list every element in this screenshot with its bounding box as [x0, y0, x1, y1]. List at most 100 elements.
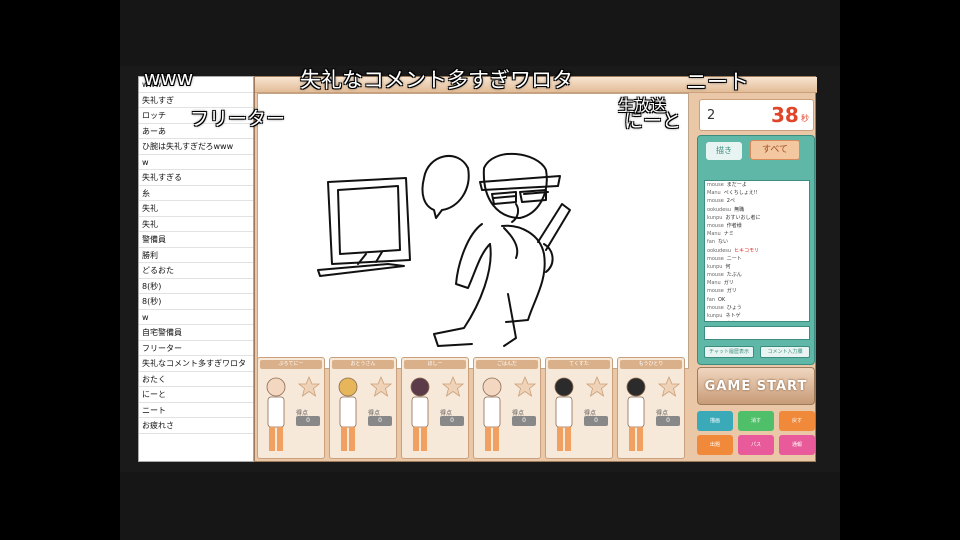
chat-panel: 描き すべて mouse まだーよ Manu ぺくちしょえ!! mouse 2ぺ ookud…: [697, 135, 815, 365]
chat-message: kunpu ネトゲ: [705, 312, 809, 320]
comment-input-button[interactable]: コメント入力欄: [760, 346, 810, 358]
chat-history-button[interactable]: チャット履歴表示: [704, 346, 754, 358]
chat-log[interactable]: mouse まだーよ Manu ぺくちしょえ!! mouse 2ぺ ookudesu 無職 ku…: [704, 180, 810, 322]
chat-user: kunpu: [707, 214, 723, 221]
chat-user: mouse: [707, 272, 724, 279]
chat-text: OK: [718, 296, 726, 303]
chat-text: ヒキコモリ: [734, 247, 760, 254]
comment-list-item[interactable]: ニート: [139, 403, 253, 418]
chat-user: kunpu: [707, 313, 723, 319]
chat-message: Manu ナミ: [705, 230, 809, 238]
player-name: ぷろてにー: [260, 360, 322, 369]
danmaku-comment: 失礼なコメント多すぎワロタ: [300, 68, 573, 92]
chat-text: ない: [718, 239, 729, 246]
action-button-erase[interactable]: 消す: [738, 411, 774, 431]
letterbox-right: [840, 0, 960, 540]
danmaku-comment: にーと: [624, 110, 682, 132]
chat-user: Manu: [707, 280, 721, 287]
player-avatar-icon: [482, 377, 502, 451]
comment-list-item[interactable]: 糸: [139, 186, 253, 201]
player-score: 0: [512, 416, 536, 426]
chat-message: mouseおたく: [705, 320, 809, 322]
chat-text: 何: [725, 263, 731, 270]
rank-star-icon: [514, 376, 536, 397]
chat-message: kunpu おすいおし者に: [705, 214, 809, 222]
rank-star-icon: [586, 376, 608, 397]
comment-list-item[interactable]: w: [139, 155, 253, 170]
player-card[interactable]: おとうさん 得点 0: [329, 357, 397, 459]
comment-list[interactable]: www 失礼すぎ ロッチ あーあ ひ腕は失礼すぎだろwww w 失礼すぎる糸失礼 失礼 警備員勝…: [138, 76, 254, 462]
comment-list-item[interactable]: 勝利: [139, 248, 253, 263]
chat-text: ニート: [726, 255, 742, 262]
chat-tab-all[interactable]: すべて: [750, 140, 800, 160]
comment-list-item[interactable]: おたく: [139, 372, 253, 387]
action-button-report[interactable]: 通報: [779, 435, 815, 455]
comment-list-item[interactable]: フリーター: [139, 341, 253, 356]
chat-user: mouse: [707, 304, 724, 311]
video-top-bar: [120, 0, 840, 66]
drawing-canvas[interactable]: [257, 93, 689, 369]
danmaku-comment: www: [144, 66, 194, 90]
chat-message: ookudesu ヒキコモリ: [705, 247, 809, 255]
action-button-question[interactable]: 出題: [697, 435, 733, 455]
comment-list-item[interactable]: 8(秒): [139, 294, 253, 310]
rank-star-icon: [370, 376, 392, 397]
chat-message: mouse 作者様: [705, 222, 809, 230]
comment-list-item[interactable]: お疲れさ: [139, 418, 253, 434]
player-avatar-icon: [338, 377, 358, 451]
chat-user: mouse: [707, 198, 724, 205]
danmaku-comment: ニート: [686, 70, 749, 94]
comment-list-item[interactable]: 失礼: [139, 201, 253, 217]
player-name: ほしー: [404, 360, 466, 369]
chat-message: mouse ガリ: [705, 287, 809, 295]
chat-text: ガリ: [726, 288, 737, 295]
chat-text: ぺくちしょえ!!: [723, 190, 758, 197]
chat-message: fan ない: [705, 238, 809, 246]
rank-star-icon: [658, 376, 680, 397]
player-card[interactable]: ごはんだ 得点 0: [473, 357, 541, 459]
chat-message: mouse たぶん: [705, 271, 809, 279]
chat-text: おたく: [727, 321, 742, 322]
player-card[interactable]: もうひとり 得点 0: [617, 357, 685, 459]
comment-list-item[interactable]: w: [139, 310, 253, 325]
chat-text: ナミ: [723, 231, 734, 238]
comment-list-item[interactable]: 失礼: [139, 217, 253, 232]
game-start-button[interactable]: GAME START: [697, 367, 815, 405]
chat-message: kunpu 何: [705, 263, 809, 271]
player-card[interactable]: てくすた 得点 0: [545, 357, 613, 459]
player-avatar-icon: [626, 377, 646, 451]
chat-user: kunpu: [707, 263, 723, 270]
chat-tab-drawing[interactable]: 描き: [706, 142, 742, 160]
player-card[interactable]: ほしー 得点 0: [401, 357, 469, 459]
comment-list-item[interactable]: 8(秒): [139, 279, 253, 294]
action-button-draw[interactable]: 描画: [697, 411, 733, 431]
chat-message: Manu ガリ: [705, 279, 809, 287]
sketch-drawing: [317, 153, 571, 347]
drawing-game: 2 38 秒 描き すべて mouse まだーよ Manu ぺくちしょえ!! mouse…: [254, 76, 817, 462]
comment-list-item[interactable]: 警備員: [139, 232, 253, 248]
chat-text: ひょう: [726, 304, 742, 311]
chat-user: mouse: [707, 321, 724, 322]
player-card[interactable]: ぷろてにー 得点 0: [257, 357, 325, 459]
comment-list-item[interactable]: にーと: [139, 387, 253, 403]
chat-text: おすいおし者に: [725, 214, 761, 221]
action-button-pass[interactable]: パス: [738, 435, 774, 455]
chat-message: Manu ぺくちしょえ!!: [705, 189, 809, 197]
comment-list-item[interactable]: どるおた: [139, 263, 253, 279]
chat-user: Manu: [707, 231, 721, 238]
countdown-timer: 38: [771, 103, 799, 127]
chat-text: 2ぺ: [726, 198, 735, 205]
player-score: 0: [656, 416, 680, 426]
chat-user: mouse: [707, 222, 724, 229]
chat-input[interactable]: [704, 326, 810, 340]
comment-list-item[interactable]: ひ腕は失礼すぎだろwww: [139, 139, 253, 155]
comment-list-item[interactable]: 失礼なコメント多すぎワロタ: [139, 356, 253, 372]
action-button-undo[interactable]: 戻す: [779, 411, 815, 431]
chat-user: ookudesu: [707, 247, 732, 254]
comment-list-item[interactable]: 自宅警備員: [139, 325, 253, 341]
chat-message: fan OK: [705, 296, 809, 304]
chat-user: mouse: [707, 255, 724, 262]
comment-list-item[interactable]: 失礼すぎる: [139, 170, 253, 186]
chat-user: mouse: [707, 182, 724, 188]
player-name: もうひとり: [620, 360, 682, 369]
